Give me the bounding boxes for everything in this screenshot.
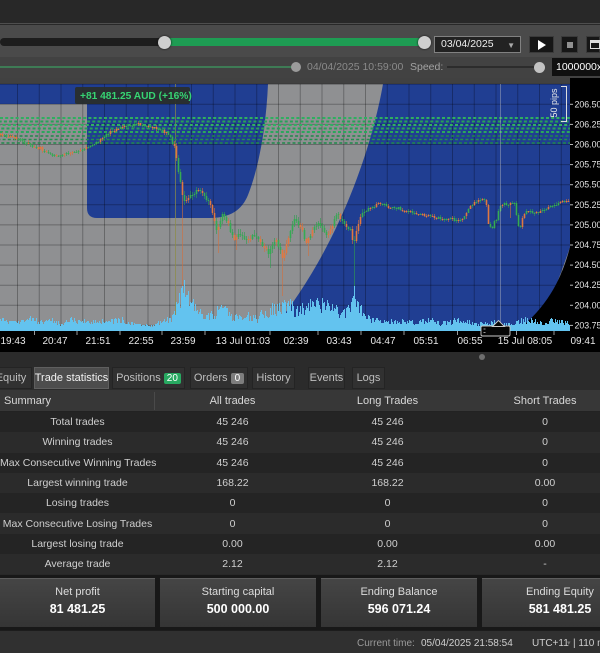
- svg-text:206.50: 206.50: [575, 99, 600, 109]
- svg-text:02:39: 02:39: [283, 336, 308, 347]
- svg-text:204.25: 204.25: [575, 280, 600, 290]
- svg-text:+81 481.25 AUD (+16%): +81 481.25 AUD (+16%): [80, 91, 192, 102]
- svg-text:19:43: 19:43: [0, 336, 25, 347]
- svg-text:15 Jul 08:05: 15 Jul 08:05: [498, 336, 553, 347]
- svg-text:204.00: 204.00: [575, 300, 600, 310]
- svg-text:204.75: 204.75: [575, 240, 600, 250]
- svg-text:203.75: 203.75: [575, 320, 600, 330]
- svg-text:206.25: 206.25: [575, 119, 600, 129]
- svg-text:206.00: 206.00: [575, 140, 600, 150]
- svg-text:204.50: 204.50: [575, 260, 600, 270]
- svg-text:05:51: 05:51: [413, 336, 438, 347]
- svg-text:22:55: 22:55: [128, 336, 153, 347]
- svg-text:03:43: 03:43: [326, 336, 351, 347]
- svg-text:09:41: 09:41: [570, 336, 595, 347]
- svg-text:13 Jul 01:03: 13 Jul 01:03: [216, 336, 271, 347]
- svg-text:04:47: 04:47: [370, 336, 395, 347]
- svg-text:23:59: 23:59: [170, 336, 195, 347]
- svg-text:21:51: 21:51: [85, 336, 110, 347]
- svg-text:205.00: 205.00: [575, 220, 600, 230]
- svg-text:20:47: 20:47: [42, 336, 67, 347]
- svg-text:205.75: 205.75: [575, 160, 600, 170]
- svg-text:205.25: 205.25: [575, 200, 600, 210]
- svg-text:205.50: 205.50: [575, 180, 600, 190]
- svg-text:06:55: 06:55: [457, 336, 482, 347]
- svg-text:50 pips: 50 pips: [549, 88, 559, 118]
